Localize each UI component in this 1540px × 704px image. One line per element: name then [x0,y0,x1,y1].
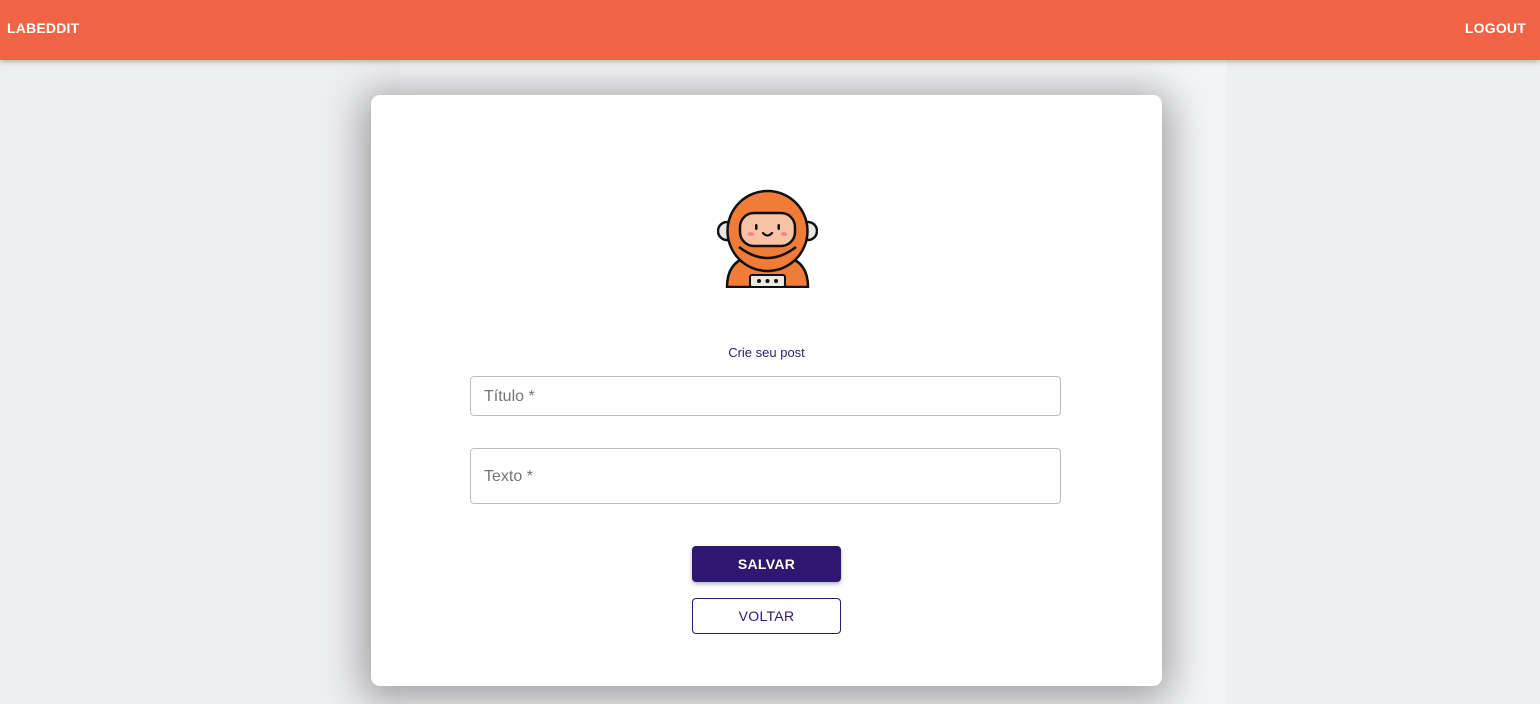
logout-button[interactable]: LOGOUT [1465,20,1526,36]
save-button[interactable]: SALVAR [692,546,841,582]
app-bar: LABEDDIT LOGOUT [0,0,1540,60]
title-input[interactable]: Título * [470,376,1061,416]
title-input-label: Título * [484,388,535,405]
back-button[interactable]: VOLTAR [692,598,841,634]
form-title: Crie seu post [728,345,805,360]
astronaut-icon [716,187,819,289]
text-input-label: Texto * [484,468,533,485]
brand-link[interactable]: LABEDDIT [7,20,79,36]
create-post-card: Crie seu post Título * Texto * SALVAR VO… [371,95,1162,686]
text-input[interactable]: Texto * [470,448,1061,504]
